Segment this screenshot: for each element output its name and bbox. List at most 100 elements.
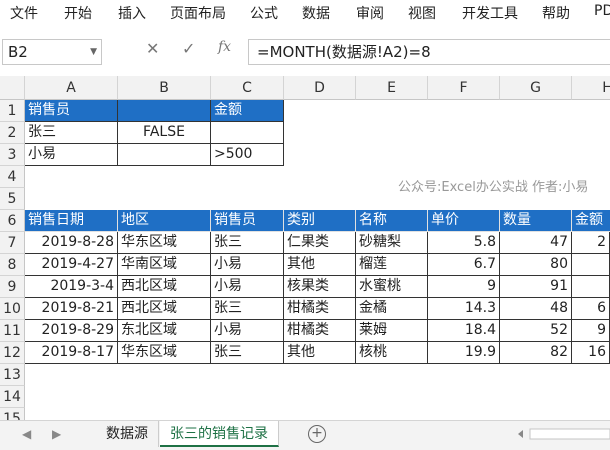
table-header-amount[interactable]: 金额 <box>572 210 610 232</box>
table-cell[interactable]: 2 <box>572 232 610 254</box>
column-header-c[interactable]: C <box>211 76 284 100</box>
add-sheet-icon[interactable]: + <box>308 425 326 443</box>
row-header-5[interactable]: 5 <box>0 188 25 210</box>
table-cell[interactable]: 91 <box>500 276 572 298</box>
table-cell[interactable]: 2019-8-21 <box>25 298 118 320</box>
ribbon-tab-file[interactable]: 文件 <box>10 3 38 23</box>
table-cell[interactable]: 2019-8-28 <box>25 232 118 254</box>
table-cell[interactable]: 18.4 <box>428 320 500 342</box>
table-cell[interactable]: 5.8 <box>428 232 500 254</box>
table-cell[interactable]: 2019-8-29 <box>25 320 118 342</box>
table-cell[interactable]: 华东区域 <box>118 232 211 254</box>
table-header-date[interactable]: 销售日期 <box>25 210 118 232</box>
table-header-salesperson[interactable]: 销售员 <box>211 210 284 232</box>
row-header-10[interactable]: 10 <box>0 298 25 320</box>
table-cell[interactable]: 16 <box>572 342 610 364</box>
table-cell[interactable]: 52 <box>500 320 572 342</box>
table-cell[interactable]: 榴莲 <box>356 254 428 276</box>
ribbon-tab-developer[interactable]: 开发工具 <box>462 3 518 23</box>
formula-input[interactable]: =MONTH(数据源!A2)=8 <box>248 39 610 65</box>
table-cell[interactable]: 6 <box>572 298 610 320</box>
ribbon-tab-pdf[interactable]: PD <box>594 3 610 19</box>
table-cell[interactable]: 柑橘类 <box>284 320 356 342</box>
table-cell[interactable]: 西北区域 <box>118 276 211 298</box>
row-header-14[interactable]: 14 <box>0 386 25 408</box>
criteria-header-amount[interactable]: 金额 <box>211 100 284 122</box>
column-header-f[interactable]: F <box>428 76 500 100</box>
ribbon-tab-home[interactable]: 开始 <box>64 3 92 23</box>
column-header-a[interactable]: A <box>25 76 118 100</box>
criteria-cell-b2-selected[interactable]: FALSE <box>118 122 211 144</box>
table-cell[interactable]: 莱姆 <box>356 320 428 342</box>
horizontal-scrollbar[interactable] <box>512 427 610 441</box>
table-cell[interactable]: 仁果类 <box>284 232 356 254</box>
criteria-cell-c3[interactable]: >500 <box>211 144 284 166</box>
name-box[interactable]: B2 ▼ <box>2 39 102 65</box>
table-cell[interactable]: 小易 <box>211 276 284 298</box>
table-cell[interactable]: 82 <box>500 342 572 364</box>
cancel-icon[interactable]: ✕ <box>146 39 159 58</box>
table-cell[interactable]: 47 <box>500 232 572 254</box>
table-cell[interactable]: 2019-8-17 <box>25 342 118 364</box>
ribbon-tab-page-layout[interactable]: 页面布局 <box>170 3 226 23</box>
row-header-8[interactable]: 8 <box>0 254 25 276</box>
table-cell[interactable]: 2019-4-27 <box>25 254 118 276</box>
table-header-region[interactable]: 地区 <box>118 210 211 232</box>
table-cell[interactable]: 48 <box>500 298 572 320</box>
table-header-unit-price[interactable]: 单价 <box>428 210 500 232</box>
column-header-b[interactable]: B <box>118 76 211 100</box>
insert-function-icon[interactable]: fx <box>218 39 231 55</box>
row-header-2[interactable]: 2 <box>0 122 25 144</box>
criteria-header-salesperson[interactable]: 销售员 <box>25 100 118 122</box>
table-cell[interactable]: 柑橘类 <box>284 298 356 320</box>
chevron-down-icon[interactable]: ▼ <box>90 40 97 64</box>
table-cell[interactable]: 水蜜桃 <box>356 276 428 298</box>
row-header-12[interactable]: 12 <box>0 342 25 364</box>
column-header-g[interactable]: G <box>500 76 572 100</box>
table-cell[interactable]: 14.3 <box>428 298 500 320</box>
table-cell[interactable]: 华南区域 <box>118 254 211 276</box>
ribbon-tab-data[interactable]: 数据 <box>302 3 330 23</box>
table-header-quantity[interactable]: 数量 <box>500 210 572 232</box>
criteria-cell-c2[interactable] <box>211 122 284 144</box>
select-all-corner[interactable] <box>0 76 25 100</box>
sheet-tab-data-source[interactable]: 数据源 <box>96 421 159 447</box>
table-cell[interactable]: 9 <box>572 320 610 342</box>
table-cell[interactable]: 西北区域 <box>118 298 211 320</box>
ribbon-tab-view[interactable]: 视图 <box>408 3 436 23</box>
ribbon-tab-insert[interactable]: 插入 <box>118 3 146 23</box>
criteria-cell-a2[interactable]: 张三 <box>25 122 118 144</box>
ribbon-tab-review[interactable]: 审阅 <box>356 3 384 23</box>
table-cell[interactable]: 其他 <box>284 254 356 276</box>
ribbon-tab-help[interactable]: 帮助 <box>542 3 570 23</box>
row-header-11[interactable]: 11 <box>0 320 25 342</box>
column-header-d[interactable]: D <box>284 76 356 100</box>
enter-icon[interactable]: ✓ <box>182 39 195 58</box>
table-cell[interactable]: 华东区域 <box>118 342 211 364</box>
column-header-h[interactable]: H <box>572 76 610 100</box>
table-cell[interactable]: 小易 <box>211 320 284 342</box>
row-header-1[interactable]: 1 <box>0 100 25 122</box>
scroll-tabs-right-icon[interactable]: ▶ <box>52 427 61 441</box>
worksheet-grid[interactable]: A B C D E F G H 1 2 3 4 5 6 7 8 9 10 11 … <box>0 76 610 420</box>
table-cell[interactable]: 核桃 <box>356 342 428 364</box>
row-header-3[interactable]: 3 <box>0 144 25 166</box>
criteria-cell-b3[interactable] <box>118 144 211 166</box>
table-cell[interactable]: 19.9 <box>428 342 500 364</box>
table-cell[interactable] <box>572 276 610 298</box>
table-cell[interactable]: 6.7 <box>428 254 500 276</box>
table-cell[interactable]: 金橘 <box>356 298 428 320</box>
table-cell[interactable]: 核果类 <box>284 276 356 298</box>
table-cell[interactable]: 9 <box>428 276 500 298</box>
row-header-9[interactable]: 9 <box>0 276 25 298</box>
table-cell[interactable]: 张三 <box>211 232 284 254</box>
table-cell[interactable]: 2019-3-4 <box>25 276 118 298</box>
table-cell[interactable]: 80 <box>500 254 572 276</box>
column-header-e[interactable]: E <box>356 76 428 100</box>
table-cell[interactable]: 其他 <box>284 342 356 364</box>
row-header-15[interactable]: 15 <box>0 408 25 420</box>
ribbon-tab-formulas[interactable]: 公式 <box>250 3 278 23</box>
table-cell[interactable]: 砂糖梨 <box>356 232 428 254</box>
table-cell[interactable]: 张三 <box>211 298 284 320</box>
row-header-7[interactable]: 7 <box>0 232 25 254</box>
